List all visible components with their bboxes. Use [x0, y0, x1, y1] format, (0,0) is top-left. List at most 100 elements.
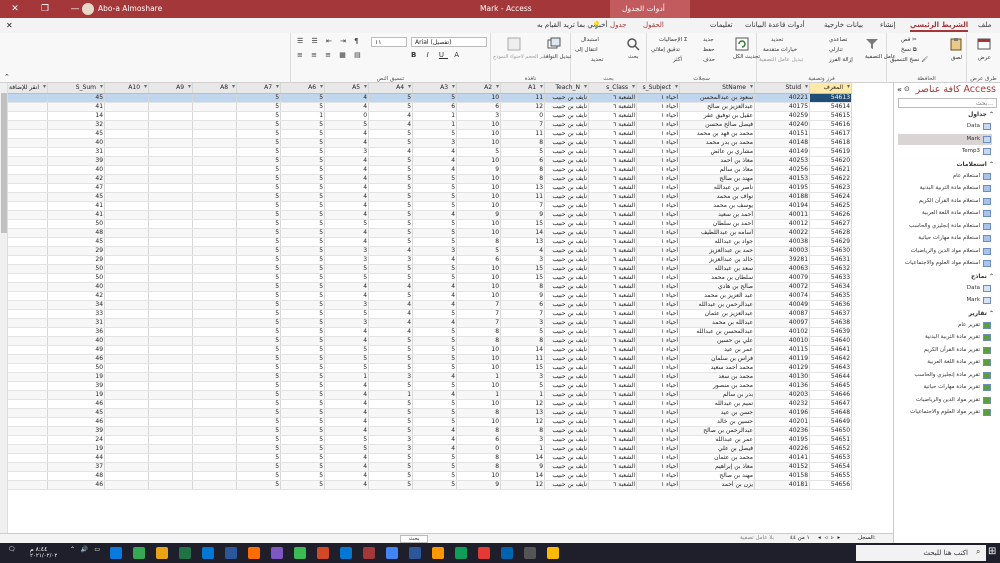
- table-cell[interactable]: [192, 246, 238, 256]
- table-cell[interactable]: [148, 444, 194, 454]
- table-row[interactable]: 45 5 5 4 5 5 10 11 نايف بن حبيب الشعبة ٦ أحياء ١ سع…: [8, 93, 853, 103]
- table-cell[interactable]: 5: [412, 408, 458, 418]
- table-cell[interactable]: فيصل صالح محسن: [679, 120, 756, 130]
- table-cell[interactable]: 5: [236, 471, 282, 481]
- table-cell[interactable]: 7: [500, 120, 546, 130]
- table-cell[interactable]: 1: [368, 390, 414, 400]
- table-cell[interactable]: 54640: [809, 336, 853, 346]
- table-cell[interactable]: أحياء ١: [636, 192, 681, 202]
- table-cell[interactable]: [8, 480, 49, 490]
- table-cell[interactable]: [8, 471, 49, 481]
- table-cell[interactable]: 1: [500, 390, 546, 400]
- table-cell[interactable]: 54646: [809, 390, 853, 400]
- table-cell[interactable]: 10: [456, 264, 502, 274]
- table-row[interactable]: 37 5 5 4 5 5 8 9 نايف بن حبيب الشعبة ٦ أحياء ١ معاذ…: [8, 462, 853, 472]
- table-cell[interactable]: ناصر بن عبدالله: [679, 183, 756, 193]
- table-cell[interactable]: 24: [47, 435, 106, 445]
- table-cell[interactable]: [148, 390, 194, 400]
- nav-item-report[interactable]: تقرير عام: [898, 320, 992, 331]
- table-cell[interactable]: 5: [236, 255, 282, 265]
- table-cell[interactable]: 5: [368, 381, 414, 391]
- table-cell[interactable]: 4: [412, 300, 458, 310]
- table-cell[interactable]: [8, 156, 49, 166]
- table-cell[interactable]: 10: [456, 156, 502, 166]
- column-header[interactable]: A2: [456, 83, 502, 94]
- table-cell[interactable]: 54642: [809, 354, 853, 364]
- table-cell[interactable]: 36: [47, 327, 106, 337]
- table-cell[interactable]: حسين بن خالد: [679, 417, 756, 427]
- table-cell[interactable]: 4: [324, 462, 370, 472]
- table-row[interactable]: 48 5 5 4 5 5 10 14 نايف بن حبيب الشعبة ٦ أحياء ١ أس…: [8, 228, 853, 238]
- table-cell[interactable]: 8: [456, 336, 502, 346]
- table-cell[interactable]: 54623: [809, 183, 853, 193]
- table-cell[interactable]: [148, 408, 194, 418]
- ascending-button[interactable]: تصاعدي: [829, 37, 847, 43]
- table-cell[interactable]: [148, 300, 194, 310]
- table-cell[interactable]: حسن بن عيد: [679, 408, 756, 418]
- column-header[interactable]: A4: [368, 83, 414, 94]
- table-cell[interactable]: 7: [456, 300, 502, 310]
- table-cell[interactable]: 40119: [754, 354, 811, 364]
- table-cell[interactable]: [192, 471, 238, 481]
- table-cell[interactable]: 7: [500, 201, 546, 211]
- table-cell[interactable]: 4: [412, 291, 458, 301]
- table-cell[interactable]: [104, 183, 150, 193]
- filter-status[interactable]: بلا عامل تصفية: [740, 535, 774, 541]
- table-cell[interactable]: 5: [368, 156, 414, 166]
- table-cell[interactable]: 5: [280, 282, 326, 292]
- table-cell[interactable]: [104, 417, 150, 427]
- table-cell[interactable]: نايف بن حبيب: [544, 318, 590, 328]
- table-cell[interactable]: 10: [456, 282, 502, 292]
- user-avatar[interactable]: [82, 3, 94, 15]
- table-cell[interactable]: سعود بن عبدالمحسن: [679, 93, 756, 103]
- table-cell[interactable]: 40148: [754, 138, 811, 148]
- table-cell[interactable]: أحياء ١: [636, 264, 681, 274]
- table-cell[interactable]: 5: [368, 354, 414, 364]
- table-cell[interactable]: عبدالرحمن بن عبدالله: [679, 300, 756, 310]
- table-cell[interactable]: الشعبة ٦: [588, 363, 638, 373]
- table-cell[interactable]: 54613: [809, 93, 853, 103]
- table-cell[interactable]: [148, 165, 194, 175]
- table-row[interactable]: 40 5 5 4 4 4 10 8 نايف بن حبيب الشعبة ٦ أحياء ١ صال…: [8, 282, 853, 292]
- table-cell[interactable]: 4: [324, 138, 370, 148]
- table-cell[interactable]: 5: [500, 327, 546, 337]
- table-cell[interactable]: 5: [324, 219, 370, 229]
- find-button[interactable]: بحث: [628, 54, 638, 60]
- table-cell[interactable]: عقيل بن توفيق عقر: [679, 111, 756, 121]
- table-cell[interactable]: الشعبة ٦: [588, 210, 638, 220]
- table-cell[interactable]: 40079: [754, 273, 811, 283]
- table-cell[interactable]: نايف بن حبيب: [544, 255, 590, 265]
- table-cell[interactable]: [104, 138, 150, 148]
- table-cell[interactable]: 10: [456, 291, 502, 301]
- table-cell[interactable]: 13: [500, 237, 546, 247]
- advanced-button[interactable]: خيارات متقدمة: [763, 47, 797, 53]
- table-cell[interactable]: أحياء ١: [636, 354, 681, 364]
- table-cell[interactable]: [104, 273, 150, 283]
- filter-button[interactable]: عامل التصفية: [865, 54, 896, 60]
- table-cell[interactable]: نايف بن حبيب: [544, 111, 590, 121]
- table-cell[interactable]: نايف بن حبيب: [544, 192, 590, 202]
- table-cell[interactable]: [192, 273, 238, 283]
- table-cell[interactable]: 5: [280, 462, 326, 472]
- table-cell[interactable]: 40253: [754, 156, 811, 166]
- table-cell[interactable]: [104, 435, 150, 445]
- user-name[interactable]: Abo-a Almoshare: [98, 4, 162, 13]
- table-cell[interactable]: [104, 309, 150, 319]
- table-cell[interactable]: 5: [324, 309, 370, 319]
- table-cell[interactable]: [104, 363, 150, 373]
- table-cell[interactable]: 5: [324, 354, 370, 364]
- table-cell[interactable]: [192, 192, 238, 202]
- table-row[interactable]: 40 5 5 4 5 5 8 8 نايف بن حبيب الشعبة ٦ أحياء ١ علي …: [8, 336, 853, 346]
- table-cell[interactable]: 5: [412, 453, 458, 463]
- table-cell[interactable]: 40195: [754, 435, 811, 445]
- table-cell[interactable]: 8: [456, 327, 502, 337]
- table-cell[interactable]: 34: [47, 300, 106, 310]
- windows-start-icon[interactable]: ⊞: [988, 546, 996, 557]
- table-cell[interactable]: 4: [324, 228, 370, 238]
- table-cell[interactable]: مهند بن صالح: [679, 471, 756, 481]
- table-cell[interactable]: 4: [412, 282, 458, 292]
- table-cell[interactable]: [8, 138, 49, 148]
- table-cell[interactable]: 41: [47, 102, 106, 112]
- table-cell[interactable]: [104, 165, 150, 175]
- table-cell[interactable]: 5: [280, 471, 326, 481]
